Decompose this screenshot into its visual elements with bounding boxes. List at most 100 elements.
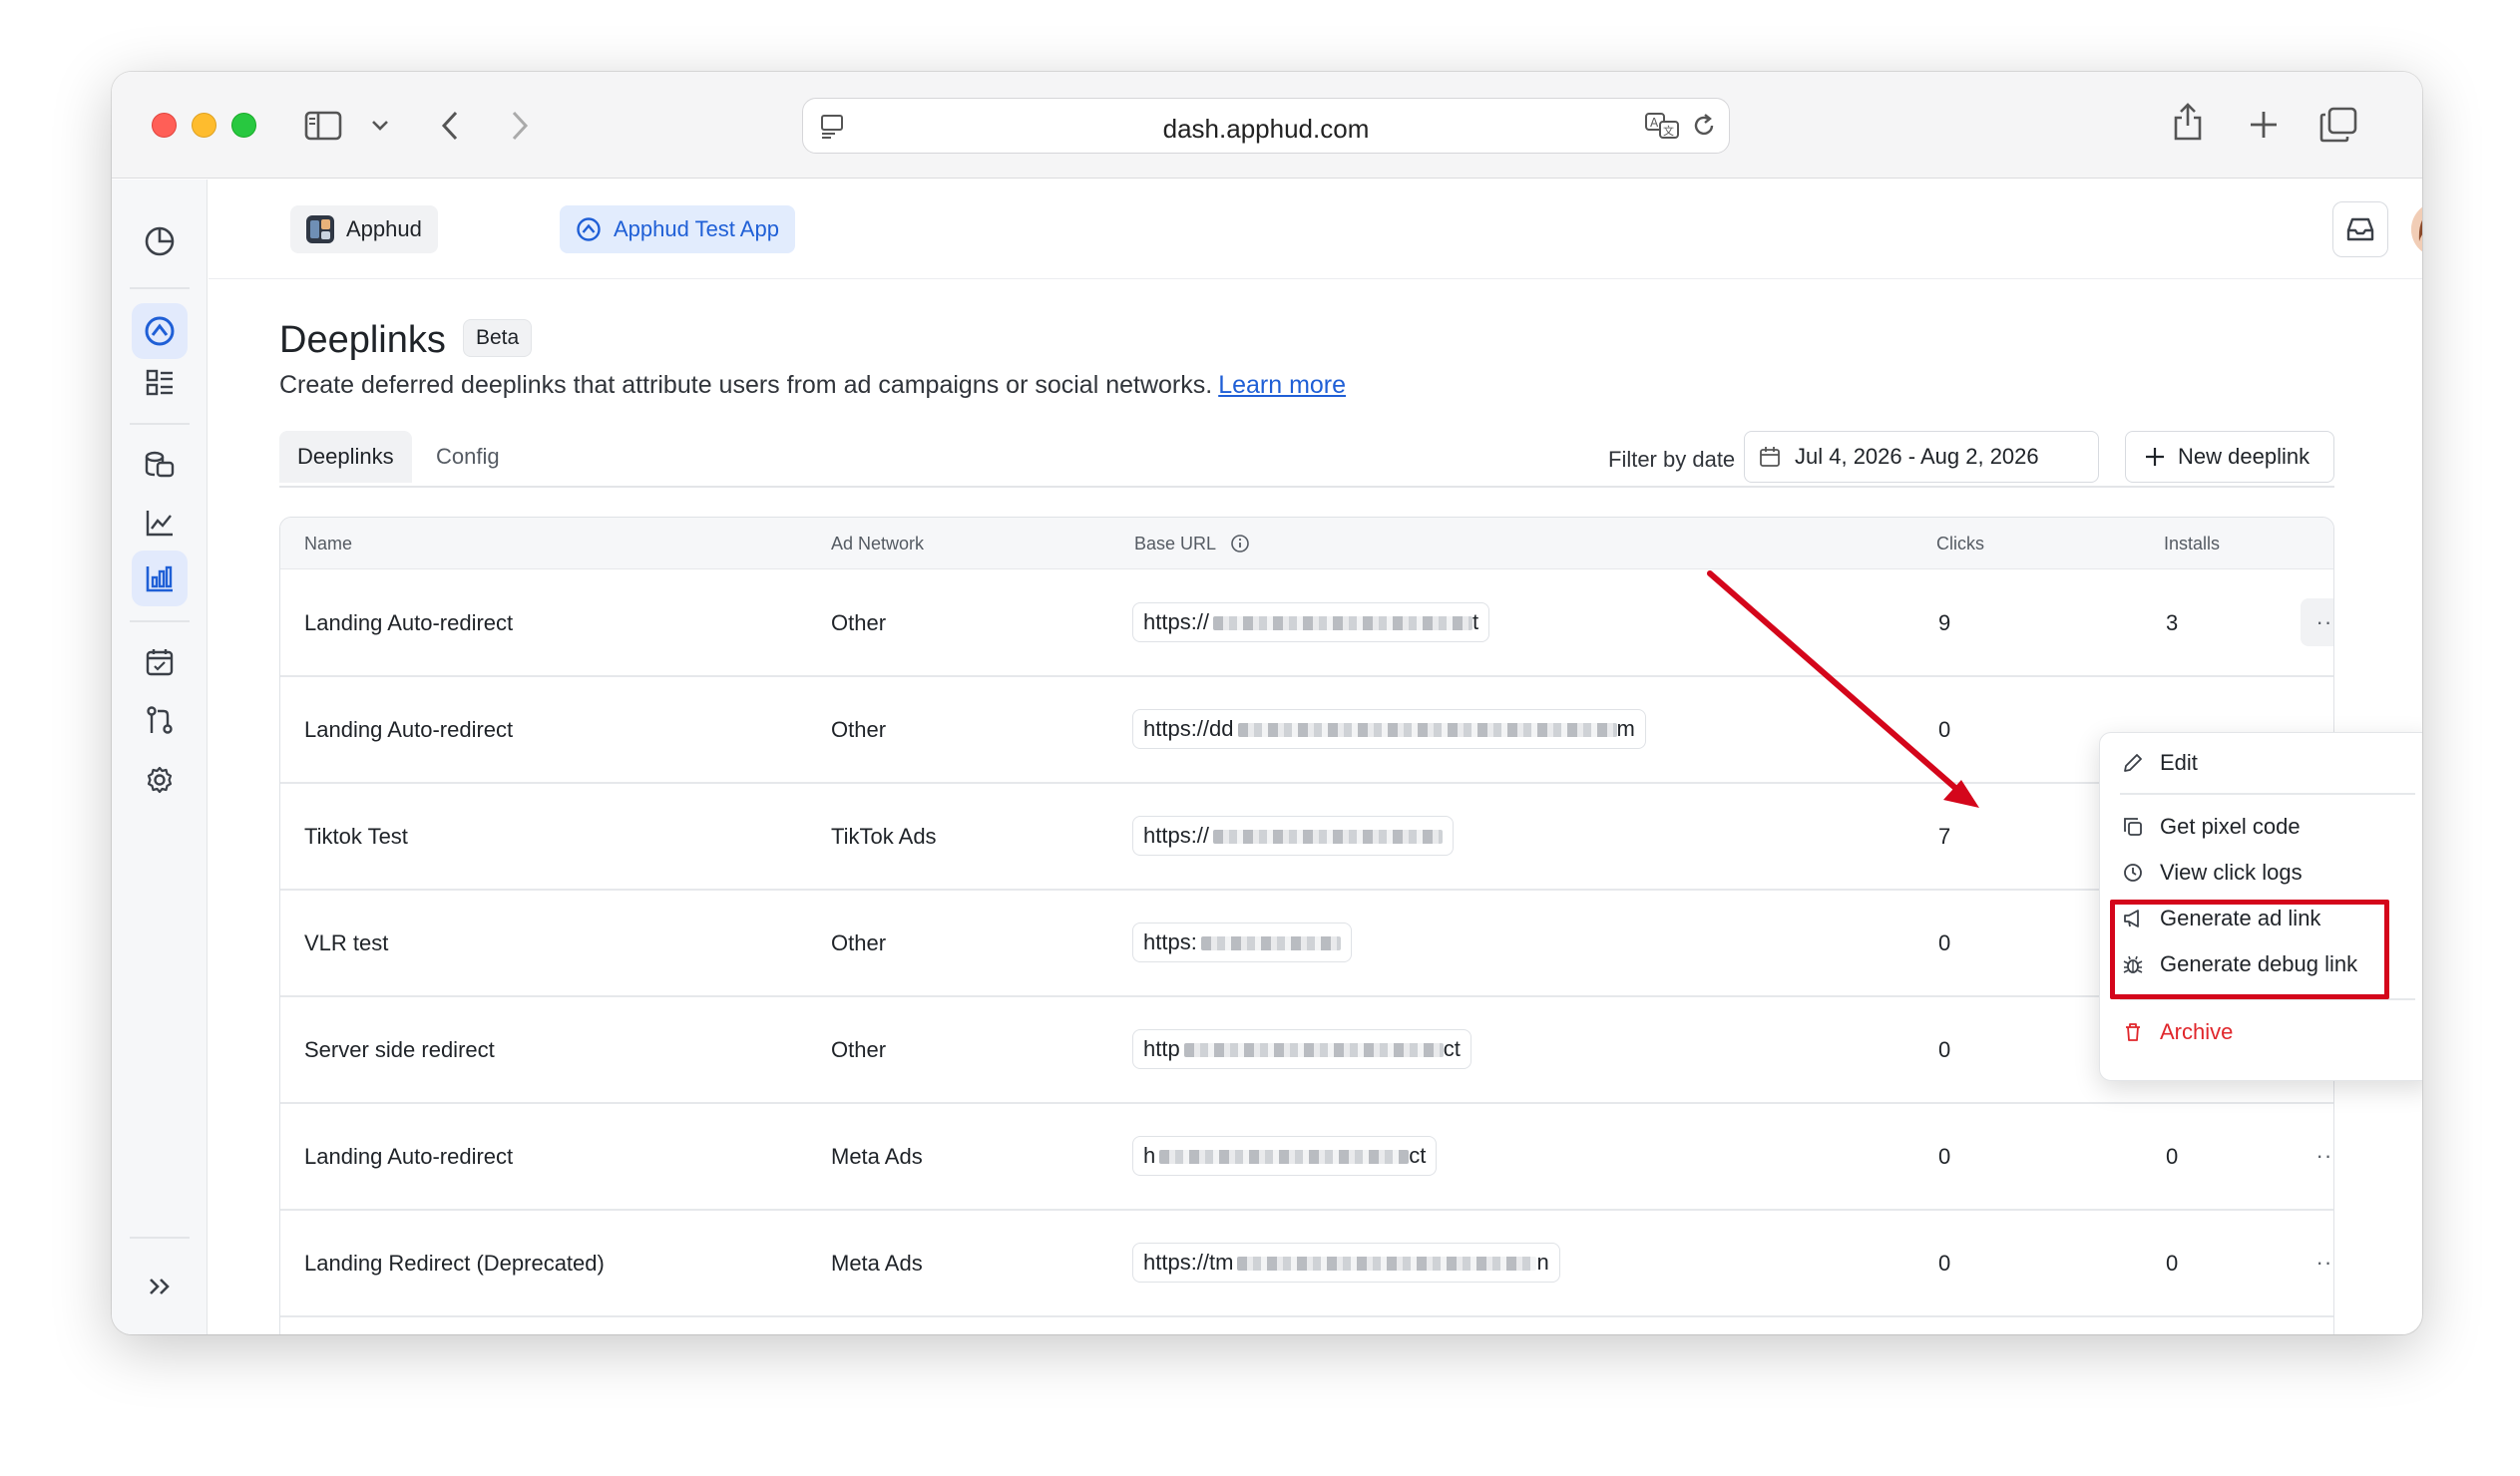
- table-header: Name Ad Network Base URL Clicks Installs: [280, 518, 2333, 569]
- row-ad-network: Other: [831, 930, 887, 955]
- menu-item-click-logs[interactable]: View click logs: [2100, 851, 2422, 895]
- table-row[interactable]: Server side redirectOtherhttpct00···: [280, 997, 2333, 1104]
- row-base-url[interactable]: https:: [1132, 922, 1352, 962]
- info-icon: [1231, 535, 1250, 553]
- sidebar-item-analytics[interactable]: [132, 213, 188, 269]
- deeplinks-table: Name Ad Network Base URL Clicks Installs…: [279, 517, 2334, 1334]
- url-suffix: t: [1472, 609, 1479, 634]
- row-base-url[interactable]: h ct: [1132, 1136, 1438, 1176]
- row-base-url[interactable]: https:// t: [1132, 602, 1490, 642]
- beta-badge: Beta: [463, 319, 533, 357]
- menu-item-edit[interactable]: Edit: [2100, 741, 2422, 785]
- row-name: Landing Auto-redirect: [304, 610, 514, 635]
- new-deeplink-button[interactable]: New deeplink: [2125, 431, 2334, 483]
- trash-icon: [2126, 1023, 2140, 1041]
- plus-icon: [2146, 448, 2164, 466]
- sidebar-item-products[interactable]: [132, 437, 188, 493]
- reload-icon[interactable]: [1689, 111, 1719, 141]
- address-bar[interactable]: dash.apphud.com A文: [802, 98, 1730, 154]
- table-row[interactable]: Landing Auto-redirect Other https://dd m 0: [280, 677, 2333, 784]
- browser-window: dash.apphud.com A文 Apphud Apphud Test Ap…: [112, 72, 2422, 1334]
- learn-more-link[interactable]: Learn more: [1218, 371, 1346, 399]
- sidebar-item-dashboard[interactable]: [132, 355, 188, 411]
- row-ad-network: Meta Ads: [831, 1251, 923, 1276]
- sidebar-item-integrations[interactable]: [132, 692, 188, 748]
- url-prefix: https://tm: [1143, 1250, 1234, 1275]
- translate-icon[interactable]: A文: [1643, 109, 1683, 143]
- browser-toolbar: dash.apphud.com A文: [112, 72, 2422, 179]
- row-ad-network: Other: [831, 717, 887, 742]
- close-window-button[interactable]: [152, 113, 177, 138]
- row-base-url[interactable]: https://: [1132, 816, 1455, 856]
- row-name: Server side redirect: [304, 1037, 495, 1062]
- sidebar-item-calendar[interactable]: [132, 634, 188, 690]
- row-clicks: 7: [1938, 824, 1951, 849]
- redacted-url: [1213, 830, 1444, 845]
- menu-label-archive: Archive: [2160, 1019, 2234, 1044]
- row-installs: 3: [2166, 610, 2179, 635]
- avatar[interactable]: [2411, 201, 2422, 257]
- new-deeplink-label: New deeplink: [2178, 444, 2310, 469]
- redacted-url: [1237, 1257, 1537, 1272]
- back-icon[interactable]: [435, 108, 465, 144]
- sidebar-expand-button[interactable]: [132, 1259, 188, 1314]
- menu-item-archive[interactable]: Archive: [2100, 1010, 2422, 1054]
- new-tab-icon[interactable]: [2247, 108, 2281, 142]
- inbox-button[interactable]: [2332, 201, 2388, 257]
- sidebar-item-deeplinks[interactable]: [132, 551, 188, 606]
- products-coins-icon: [145, 451, 175, 478]
- tab-deeplinks[interactable]: Deeplinks: [279, 431, 412, 483]
- row-clicks: 0: [1938, 1251, 1951, 1276]
- minimize-window-button[interactable]: [192, 113, 216, 138]
- table-row[interactable]: Landing Auto-redirect Other https:// t 9 3 ···: [280, 570, 2333, 677]
- app-switcher[interactable]: Apphud Test App: [560, 205, 795, 253]
- page-subtitle: Create deferred deeplinks that attribute…: [279, 371, 1346, 400]
- sidebar-toggle-icon[interactable]: [303, 108, 343, 144]
- row-base-url[interactable]: http ct: [1132, 1029, 1471, 1069]
- svg-text:文: 文: [1663, 124, 1674, 138]
- row-clicks: 0: [1938, 1144, 1951, 1169]
- calendar-icon: [1760, 447, 1780, 467]
- row-clicks: 0: [1938, 1037, 1951, 1062]
- sidebar-item-settings[interactable]: [132, 752, 188, 808]
- inbox-icon: [2346, 217, 2374, 241]
- redacted-url: [1237, 723, 1617, 738]
- tabs-overview-icon[interactable]: [2318, 106, 2358, 144]
- row-ad-network: Other: [831, 610, 887, 635]
- table-row[interactable]: Tiktok Test TikTok Ads https:// 7: [280, 784, 2333, 891]
- sidebar-item-apps[interactable]: [132, 303, 188, 359]
- table-row[interactable]: VLR test Other https: 0: [280, 891, 2333, 997]
- zoom-window-button[interactable]: [231, 113, 256, 138]
- chevron-down-icon[interactable]: [369, 116, 391, 136]
- url-prefix: https://: [1143, 823, 1210, 848]
- date-range-picker[interactable]: Jul 4, 2026 - Aug 2, 2026: [1744, 431, 2099, 483]
- column-clicks: Clicks: [1936, 534, 1984, 554]
- app-header: Apphud Apphud Test App: [209, 180, 2422, 279]
- row-base-url[interactable]: https://tm n: [1132, 1243, 1560, 1283]
- analytics-pie-icon: [145, 226, 175, 256]
- svg-text:A: A: [1650, 116, 1659, 130]
- table-row[interactable]: Landing Redirect (Deprecated) Meta Ads htt…: [280, 1211, 2333, 1317]
- column-name: Name: [304, 534, 353, 554]
- url-suffix: ct: [1443, 1036, 1461, 1061]
- url-text: dash.apphud.com: [1162, 114, 1370, 144]
- row-more-button[interactable]: ···: [2301, 1132, 2334, 1180]
- row-base-url[interactable]: https://dd m: [1132, 709, 1646, 749]
- forward-icon[interactable]: [505, 108, 535, 144]
- row-more-button[interactable]: ···: [2301, 1239, 2334, 1287]
- integrations-icon: [147, 706, 173, 734]
- tabs-divider: [279, 486, 2334, 488]
- tab-config[interactable]: Config: [418, 431, 518, 483]
- copy-icon: [2124, 818, 2142, 836]
- row-name: Landing Auto-redirect: [304, 1144, 514, 1169]
- row-name: Landing Redirect (Deprecated): [304, 1251, 605, 1276]
- redacted-url: [1183, 1043, 1444, 1058]
- table-row[interactable]: Landing Auto-redirect Meta Ads h ct 0 0 ···: [280, 1104, 2333, 1211]
- share-icon[interactable]: [2171, 100, 2205, 144]
- row-more-button[interactable]: ···: [2301, 598, 2333, 646]
- menu-item-pixel-code[interactable]: Get pixel code: [2100, 805, 2422, 849]
- url-suffix: m: [1616, 716, 1635, 741]
- row-clicks: 0: [1938, 930, 1951, 955]
- sidebar-item-charts[interactable]: [132, 495, 188, 551]
- org-switcher[interactable]: Apphud: [290, 205, 438, 253]
